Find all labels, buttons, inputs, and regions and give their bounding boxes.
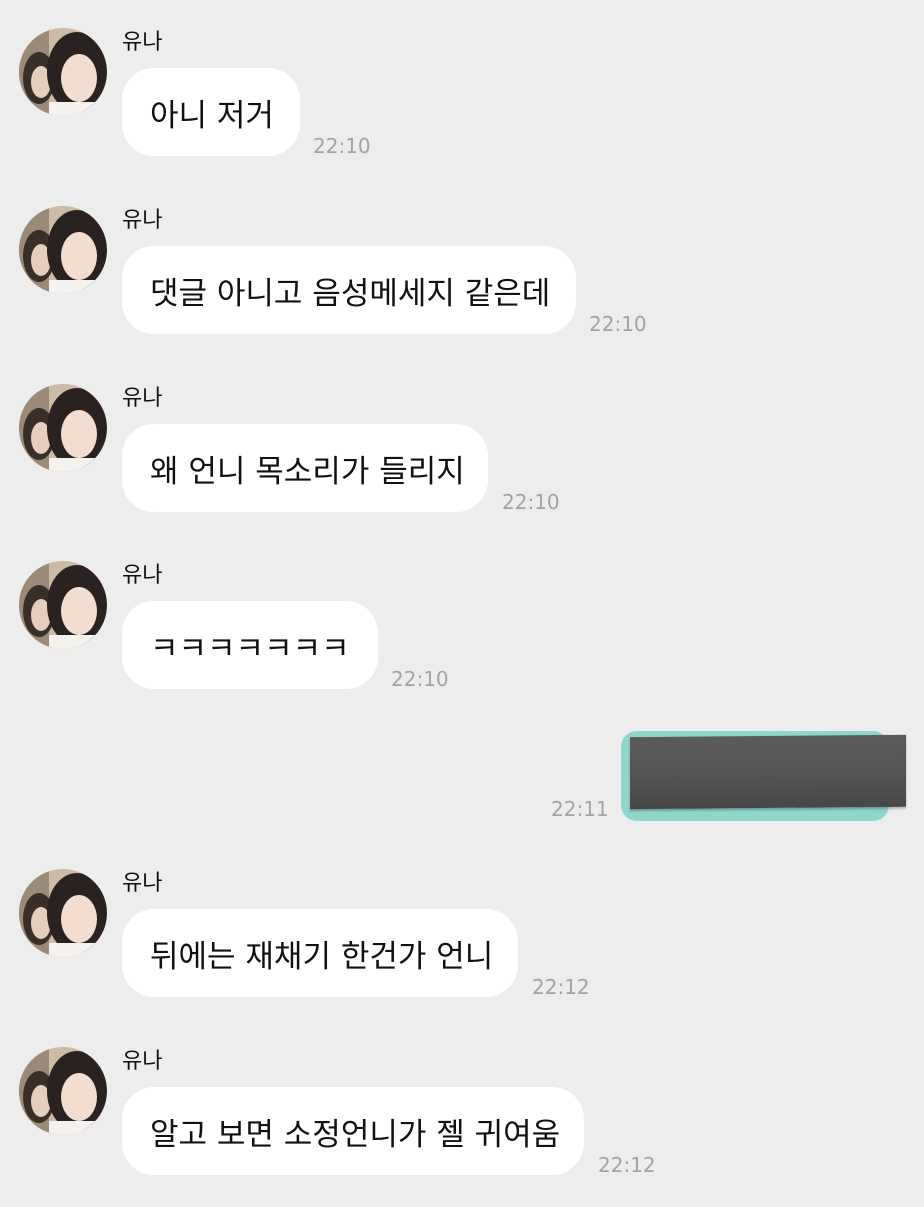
message-row: 유나 알고 보면 소정언니가 젤 귀여움 22:12 (0, 1047, 924, 1207)
message-timestamp: 22:12 (532, 975, 590, 999)
message-bubble[interactable]: 아니 저거 (122, 68, 300, 156)
message-bubble[interactable]: 왜 언니 목소리가 들리지 (122, 424, 488, 512)
message-bubble[interactable]: 알고 보면 소정언니가 젤 귀여움 (122, 1087, 584, 1175)
message-text: 알고 보면 소정언니가 젤 귀여움 (150, 1116, 561, 1153)
sender-name: 유나 (122, 871, 163, 896)
avatar[interactable] (19, 384, 107, 472)
message-text: ㅋㅋㅋㅋㅋㅋㅋ (150, 630, 350, 667)
avatar[interactable] (19, 206, 107, 294)
avatar[interactable] (19, 1047, 107, 1135)
avatar-photo (19, 384, 107, 472)
message-timestamp: 22:10 (589, 312, 647, 336)
message-timestamp: 22:11 (551, 797, 609, 821)
avatar-photo (19, 28, 107, 116)
avatar-photo (19, 206, 107, 294)
avatar[interactable] (19, 561, 107, 649)
message-row: 유나 댓글 아니고 음성메세지 같은데 22:10 (0, 206, 924, 366)
avatar[interactable] (19, 869, 107, 957)
message-bubble[interactable]: ㅋㅋㅋㅋㅋㅋㅋ (122, 601, 378, 689)
message-row: 유나 아니 저거 22:10 (0, 28, 924, 188)
message-bubble[interactable]: 댓글 아니고 음성메세지 같은데 (122, 246, 576, 334)
avatar[interactable] (19, 28, 107, 116)
message-text: 왜 언니 목소리가 들리지 (150, 453, 465, 490)
avatar-photo (19, 1047, 107, 1135)
message-timestamp: 22:10 (391, 667, 449, 691)
sender-name: 유나 (122, 563, 163, 588)
message-row: 유나 ㅋㅋㅋㅋㅋㅋㅋ 22:10 (0, 561, 924, 721)
message-text: 아니 저거 (150, 97, 274, 134)
sender-name: 유나 (122, 208, 163, 233)
message-bubble[interactable]: 뒤에는 재채기 한건가 언니 (122, 909, 518, 997)
message-timestamp: 22:10 (502, 490, 560, 514)
message-text: 뒤에는 재채기 한건가 언니 (150, 938, 494, 975)
message-text: 댓글 아니고 음성메세지 같은데 (150, 275, 551, 312)
avatar-photo (19, 869, 107, 957)
sent-image[interactable] (630, 734, 906, 810)
sender-name: 유나 (122, 386, 163, 411)
message-timestamp: 22:10 (313, 134, 371, 158)
message-row: 유나 뒤에는 재채기 한건가 언니 22:12 (0, 869, 924, 1029)
message-row: 유나 왜 언니 목소리가 들리지 22:10 (0, 384, 924, 544)
avatar-photo (19, 561, 107, 649)
message-timestamp: 22:12 (598, 1153, 656, 1177)
sender-name: 유나 (122, 30, 163, 55)
sender-name: 유나 (122, 1049, 163, 1074)
